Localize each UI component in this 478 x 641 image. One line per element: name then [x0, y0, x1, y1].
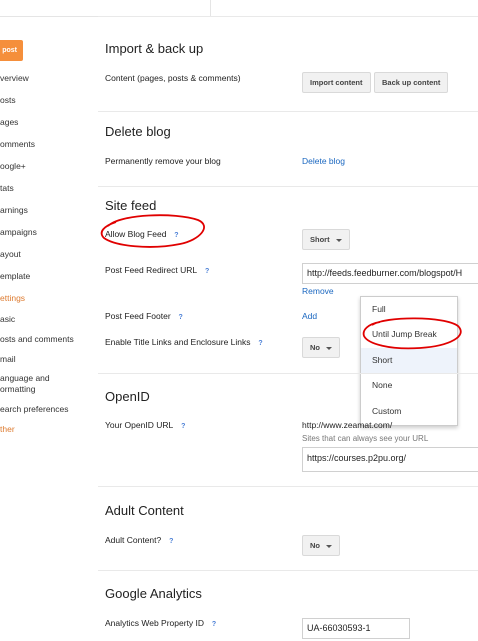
- menu-option-short[interactable]: Short: [361, 348, 457, 373]
- adult-content-dropdown[interactable]: No: [302, 535, 340, 556]
- sidebar-item-search-preferences[interactable]: earch preferences: [0, 404, 69, 414]
- title-links-label: Enable Title Links and Enclosure Links?: [105, 337, 265, 348]
- top-bar-divider: [210, 0, 211, 16]
- allow-blog-feed-label: Allow Blog Feed?: [105, 229, 180, 240]
- sidebar-item-language-line1[interactable]: anguage and: [0, 373, 50, 383]
- allow-blog-feed-text: Allow Blog Feed: [105, 229, 167, 239]
- adult-content-heading: Adult Content: [105, 503, 184, 518]
- allow-blog-feed-menu: Full Until Jump Break Short None Custom: [360, 296, 458, 426]
- sidebar-item-comments[interactable]: omments: [0, 139, 35, 149]
- help-icon[interactable]: ?: [179, 423, 187, 431]
- post-feed-footer-text: Post Feed Footer: [105, 311, 171, 321]
- allow-blog-feed-value: Short: [310, 235, 330, 244]
- add-footer-link[interactable]: Add: [302, 311, 317, 321]
- section-divider: [98, 570, 478, 571]
- sidebar-item-earnings[interactable]: arnings: [0, 205, 28, 215]
- menu-option-full[interactable]: Full: [361, 297, 457, 322]
- delete-blog-link[interactable]: Delete blog: [302, 156, 345, 166]
- chevron-down-icon: [335, 238, 342, 242]
- help-icon[interactable]: ?: [177, 314, 185, 322]
- analytics-heading: Google Analytics: [105, 586, 202, 601]
- redirect-url-label: Post Feed Redirect URL?: [105, 265, 211, 276]
- site-feed-heading: Site feed: [105, 198, 157, 213]
- section-divider: [98, 111, 478, 112]
- delete-blog-heading: Delete blog: [105, 124, 171, 139]
- post-feed-footer-label: Post Feed Footer?: [105, 311, 185, 322]
- remove-link[interactable]: Remove: [302, 286, 334, 296]
- openid-url-value: http://www.zeamat.com/: [302, 420, 393, 430]
- section-divider: [98, 486, 478, 487]
- redirect-url-text: Post Feed Redirect URL: [105, 265, 198, 275]
- sidebar-item-overview[interactable]: verview: [0, 73, 29, 83]
- menu-option-none[interactable]: None: [361, 373, 457, 398]
- section-divider: [98, 16, 478, 17]
- analytics-id-text: Analytics Web Property ID: [105, 618, 205, 628]
- openid-sites-textarea[interactable]: https://courses.p2pu.org/: [302, 447, 478, 472]
- adult-content-label: Adult Content??: [105, 535, 175, 546]
- import-backup-heading: Import & back up: [105, 41, 204, 56]
- sidebar-item-settings[interactable]: ettings: [0, 293, 25, 303]
- sidebar-item-template[interactable]: emplate: [0, 271, 30, 281]
- analytics-id-input[interactable]: UA-66030593-1: [302, 618, 410, 639]
- chevron-down-icon: [326, 346, 332, 350]
- sidebar-item-basic[interactable]: asic: [0, 314, 15, 324]
- sidebar-item-campaigns[interactable]: ampaigns: [0, 227, 37, 237]
- sidebar-item-other[interactable]: ther: [0, 424, 15, 434]
- new-post-button[interactable]: post: [0, 40, 23, 61]
- help-icon[interactable]: ?: [172, 232, 180, 240]
- section-divider: [98, 373, 478, 374]
- analytics-id-label: Analytics Web Property ID?: [105, 618, 218, 629]
- sidebar: post verview osts ages omments oogle+ ta…: [0, 0, 92, 641]
- sidebar-item-language-line2[interactable]: ormatting: [0, 384, 35, 394]
- content-label: Content (pages, posts & comments): [105, 73, 241, 83]
- openid-url-label: Your OpenID URL?: [105, 420, 187, 431]
- delete-blog-label: Permanently remove your blog: [105, 156, 221, 166]
- title-links-value: No: [310, 343, 320, 352]
- openid-url-text: Your OpenID URL: [105, 420, 174, 430]
- help-icon[interactable]: ?: [257, 340, 265, 348]
- sidebar-item-layout[interactable]: ayout: [0, 249, 21, 259]
- chevron-down-icon: [326, 544, 332, 548]
- help-icon[interactable]: ?: [210, 621, 218, 629]
- sidebar-item-google-plus[interactable]: oogle+: [0, 161, 26, 171]
- menu-option-until-jump-break[interactable]: Until Jump Break: [361, 322, 457, 347]
- help-icon[interactable]: ?: [203, 268, 211, 276]
- title-links-dropdown[interactable]: No: [302, 337, 340, 358]
- openid-heading: OpenID: [105, 389, 150, 404]
- backup-content-button[interactable]: Back up content: [374, 72, 449, 93]
- help-icon[interactable]: ?: [167, 538, 175, 546]
- allow-blog-feed-dropdown[interactable]: Short: [302, 229, 350, 250]
- sidebar-item-posts-and-comments[interactable]: osts and comments: [0, 334, 74, 344]
- adult-content-text: Adult Content?: [105, 535, 162, 545]
- sidebar-item-email[interactable]: mail: [0, 354, 16, 364]
- section-divider: [98, 186, 478, 187]
- sidebar-item-stats[interactable]: tats: [0, 183, 14, 193]
- sidebar-item-pages[interactable]: ages: [0, 117, 18, 127]
- sites-can-see-label: Sites that can always see your URL: [302, 434, 429, 443]
- import-content-button[interactable]: Import content: [302, 72, 371, 93]
- adult-content-value: No: [310, 541, 320, 550]
- title-links-text: Enable Title Links and Enclosure Links: [105, 337, 251, 347]
- sidebar-item-posts[interactable]: osts: [0, 95, 16, 105]
- redirect-url-input[interactable]: http://feeds.feedburner.com/blogspot/H: [302, 263, 478, 284]
